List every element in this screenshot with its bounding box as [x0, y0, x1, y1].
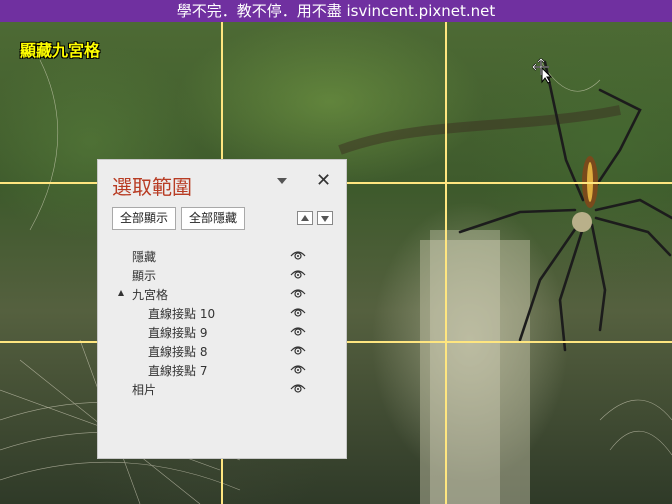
arrow-up-icon [301, 215, 309, 221]
selection-list: 隱藏 顯示 九宮格 直線接點 10 直線接點 9 直線接點 8 直線接點 7 相… [98, 246, 346, 398]
item-label: 相片 [132, 383, 157, 397]
pane-options-chevron-icon[interactable] [277, 178, 287, 184]
collapse-triangle-icon[interactable] [118, 290, 124, 296]
item-label: 直線接點 10 [148, 307, 216, 321]
list-item[interactable]: 相片 [98, 379, 346, 398]
list-item[interactable]: 直線接點 10 [98, 303, 346, 322]
grid-line-vertical-2[interactable] [445, 22, 447, 504]
list-item[interactable]: 直線接點 8 [98, 341, 346, 360]
eye-icon[interactable] [290, 382, 306, 394]
item-label: 隱藏 [132, 250, 157, 264]
arrow-down-icon [321, 216, 329, 222]
bring-forward-button[interactable] [297, 211, 313, 225]
eye-icon[interactable] [290, 306, 306, 318]
close-icon[interactable]: ✕ [316, 172, 331, 190]
list-item[interactable]: 直線接點 9 [98, 322, 346, 341]
list-item[interactable]: 顯示 [98, 265, 346, 284]
item-label: 顯示 [132, 269, 157, 283]
eye-icon[interactable] [290, 249, 306, 261]
send-backward-button[interactable] [317, 211, 333, 225]
selection-pane: 選取範圍 ✕ 全部顯示 全部隱藏 隱藏 顯示 九宮格 直線接點 10 直線接點 … [97, 159, 347, 459]
item-label: 直線接點 8 [148, 345, 208, 359]
list-item[interactable]: 直線接點 7 [98, 360, 346, 379]
eye-icon[interactable] [290, 287, 306, 299]
pane-title: 選取範圍 [112, 175, 192, 199]
eye-icon[interactable] [290, 344, 306, 356]
item-label: 直線接點 9 [148, 326, 208, 340]
eye-icon[interactable] [290, 325, 306, 337]
eye-icon[interactable] [290, 268, 306, 280]
list-item-group[interactable]: 九宮格 [98, 284, 346, 303]
hide-all-button[interactable]: 全部隱藏 [181, 207, 246, 230]
item-label: 直線接點 7 [148, 364, 208, 378]
list-item[interactable]: 隱藏 [98, 246, 346, 265]
eye-icon[interactable] [290, 363, 306, 375]
show-all-button[interactable]: 全部顯示 [112, 207, 177, 230]
grid-toggle-label[interactable]: 顯藏九宮格 [20, 37, 100, 61]
top-banner: 學不完．教不停．用不盡 isvincent.pixnet.net [0, 0, 672, 22]
item-label: 九宮格 [132, 288, 169, 302]
move-cursor-icon [532, 58, 554, 88]
